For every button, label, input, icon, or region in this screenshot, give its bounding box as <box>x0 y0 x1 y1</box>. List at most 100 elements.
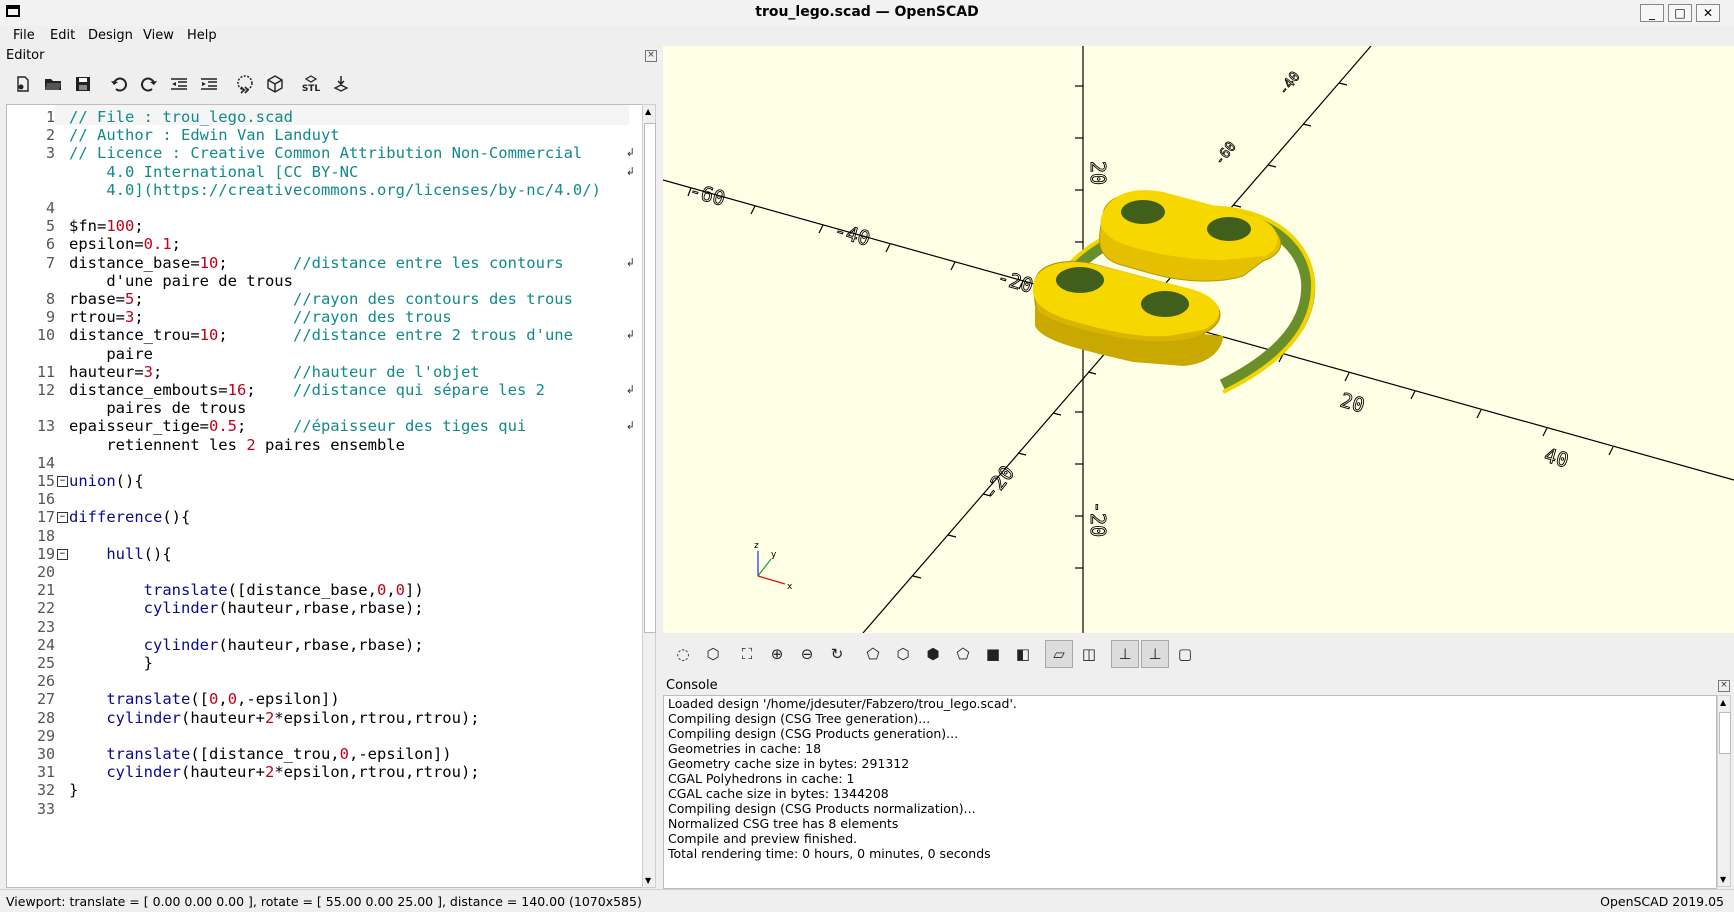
code-line[interactable]: distance_embouts=16; //distance qui sépa… <box>69 380 545 400</box>
console-output[interactable]: Loaded design '/home/jdesuter/Fabzero/tr… <box>663 695 1717 889</box>
window-title: trou_lego.scad — OpenSCAD <box>755 4 979 20</box>
close-button[interactable]: ✕ <box>1696 4 1720 22</box>
scroll-up-icon[interactable]: ▲ <box>645 107 651 116</box>
redo-icon[interactable] <box>136 71 162 97</box>
code-line[interactable]: hull(){ <box>69 544 171 564</box>
code-line[interactable]: d'une paire de trous <box>69 271 293 291</box>
code-line[interactable]: // Licence : Creative Common Attribution… <box>69 143 582 163</box>
code-line[interactable]: difference(){ <box>69 507 190 527</box>
viewport-status: Viewport: translate = [ 0.00 0.00 0.00 ]… <box>6 894 642 909</box>
vt-preview-icon[interactable]: ◌ <box>669 640 697 668</box>
code-line[interactable]: // File : trou_lego.scad <box>69 107 293 127</box>
fold-toggle-icon[interactable]: − <box>57 512 68 524</box>
vt-view-left-icon[interactable]: ⬠ <box>949 640 977 668</box>
open-file-icon[interactable] <box>40 71 66 97</box>
scroll-down-icon[interactable]: ▼ <box>645 876 651 885</box>
code-line[interactable]: rtrou=3; //rayon des trous <box>69 307 452 327</box>
line-number: 18 <box>36 526 55 545</box>
code-line[interactable]: retiennent les 2 paires ensemble <box>69 435 405 455</box>
console-line: CGAL Polyhedrons in cache: 1 <box>668 771 855 786</box>
console-close-icon[interactable]: × <box>1718 680 1730 692</box>
vt-view-bottom-icon[interactable]: ⬢ <box>919 640 947 668</box>
console-scroll-up-icon[interactable]: ▲ <box>1720 698 1726 707</box>
code-line[interactable]: 4.0 International [CC BY-NC <box>69 162 358 182</box>
menu-edit[interactable]: Edit <box>50 28 75 43</box>
code-line[interactable]: paire <box>69 344 153 364</box>
line-number: 21 <box>36 581 55 600</box>
console-scroll-thumb[interactable] <box>1719 712 1731 754</box>
y-axis-far-labels: -40 -60 <box>1211 68 1304 169</box>
vt-zoom-out-icon[interactable]: ⊖ <box>793 640 821 668</box>
line-wrap-icon: ↲ <box>625 164 635 178</box>
gizmo-y-label: y <box>771 550 777 560</box>
vt-show-axes-icon[interactable]: ⊥ <box>1111 640 1139 668</box>
indent-icon[interactable] <box>196 71 222 97</box>
code-line[interactable]: cylinder(hauteur+2*epsilon,rtrou,rtrou); <box>69 762 479 782</box>
code-line[interactable]: } <box>69 780 78 800</box>
vt-view-right-icon[interactable]: ⬠ <box>859 640 887 668</box>
code-line[interactable]: paires de trous <box>69 398 246 418</box>
menu-view[interactable]: View <box>143 28 174 43</box>
code-line[interactable]: epaisseur_tige=0.5; //épaisseur des tige… <box>69 416 526 436</box>
console-line: Normalized CSG tree has 8 elements <box>668 816 899 831</box>
code-line[interactable]: rbase=5; //rayon des contours des trous <box>69 289 573 309</box>
code-line[interactable]: union(){ <box>69 471 144 491</box>
maximize-button[interactable]: □ <box>1668 4 1692 22</box>
editor-scroll-thumb[interactable] <box>644 123 656 633</box>
menu-file[interactable]: File <box>13 28 35 43</box>
code-line[interactable]: distance_base=10; //distance entre les c… <box>69 253 564 273</box>
code-line[interactable]: cylinder(hauteur,rbase,rbase); <box>69 598 424 618</box>
fold-toggle-icon[interactable]: − <box>57 548 68 560</box>
code-line[interactable]: cylinder(hauteur+2*epsilon,rtrou,rtrou); <box>69 708 479 728</box>
vt-view-all-icon[interactable]: ⛶ <box>733 640 761 668</box>
line-wrap-icon: ↲ <box>625 255 635 269</box>
menu-design[interactable]: Design <box>88 28 133 43</box>
unindent-icon[interactable] <box>166 71 192 97</box>
3d-viewport[interactable]: -60 -40 -20 20 40 20 -20 -20 -40 -60 z y… <box>663 46 1734 633</box>
console-dock-header: Console × <box>666 678 1734 696</box>
export-stl-icon[interactable]: STL <box>298 71 324 97</box>
vt-render-icon[interactable]: ⬡ <box>699 640 727 668</box>
vt-orthogonal-icon[interactable]: ◫ <box>1075 640 1103 668</box>
vt-perspective-icon[interactable]: ▱ <box>1045 640 1073 668</box>
code-line[interactable]: 4.0](https://creativecommons.org/license… <box>69 180 601 200</box>
menu-help[interactable]: Help <box>187 28 217 43</box>
render-icon[interactable] <box>262 71 288 97</box>
vt-view-top-icon[interactable]: ⬡ <box>889 640 917 668</box>
code-line[interactable]: $fn=100; <box>69 216 144 236</box>
vt-view-back-icon[interactable]: ◧ <box>1009 640 1037 668</box>
undo-icon[interactable] <box>106 71 132 97</box>
save-icon[interactable] <box>70 71 96 97</box>
vt-reset-view-icon[interactable]: ↻ <box>823 640 851 668</box>
console-line: Compiling design (CSG Products normaliza… <box>668 801 976 816</box>
vt-show-scale-markers-icon[interactable]: ⊥ <box>1141 640 1169 668</box>
preview-icon[interactable] <box>232 71 258 97</box>
viewport-toolbar: ◌ ⬡ ⛶ ⊕ ⊖ ↻ ⬠ ⬡ ⬢ ⬠ ■ ◧ ▱ ◫ ⊥ ⊥ ▢ <box>663 634 1734 674</box>
code-line[interactable]: cylinder(hauteur,rbase,rbase); <box>69 635 424 655</box>
line-number: 15 <box>36 472 55 490</box>
code-line[interactable]: distance_trou=10; //distance entre 2 tro… <box>69 325 573 345</box>
fold-toggle-icon[interactable]: − <box>57 476 68 487</box>
vt-show-edges-icon[interactable]: ▢ <box>1171 640 1199 668</box>
console-scrollbar[interactable]: ▲ ▼ <box>1717 695 1731 887</box>
console-scroll-down-icon[interactable]: ▼ <box>1720 875 1726 884</box>
vt-zoom-in-icon[interactable]: ⊕ <box>763 640 791 668</box>
code-line[interactable]: hauteur=3; //hauteur de l'objet <box>69 362 480 382</box>
console-title: Console <box>666 678 718 693</box>
vt-view-front-icon[interactable]: ■ <box>979 640 1007 668</box>
new-file-icon[interactable] <box>10 71 36 97</box>
code-line[interactable]: translate([0,0,-epsilon]) <box>69 689 339 709</box>
console-line: CGAL cache size in bytes: 1344208 <box>668 786 889 801</box>
minimize-button[interactable]: _ <box>1640 4 1664 22</box>
code-line[interactable]: epsilon=0.1; <box>69 234 181 254</box>
code-line[interactable]: // Author : Edwin Van Landuyt <box>69 125 340 145</box>
send-to-print-icon[interactable] <box>328 71 354 97</box>
editor-close-icon[interactable]: × <box>645 50 657 62</box>
code-line[interactable]: translate([distance_trou,0,-epsilon]) <box>69 744 451 764</box>
console-line: Geometry cache size in bytes: 291312 <box>668 756 910 771</box>
code-editor[interactable]: 1 2 3 4 5 6 7 8 9 10 11 12 13 14 15 16 17 18 19 20 21 22 23 24 2… <box>6 104 644 888</box>
title-bar: trou_lego.scad — OpenSCAD _ □ ✕ <box>0 0 1734 27</box>
editor-scrollbar[interactable]: ▲ ▼ <box>642 104 656 888</box>
code-line[interactable]: translate([distance_base,0,0]) <box>69 580 424 600</box>
code-line[interactable]: } <box>69 653 153 673</box>
